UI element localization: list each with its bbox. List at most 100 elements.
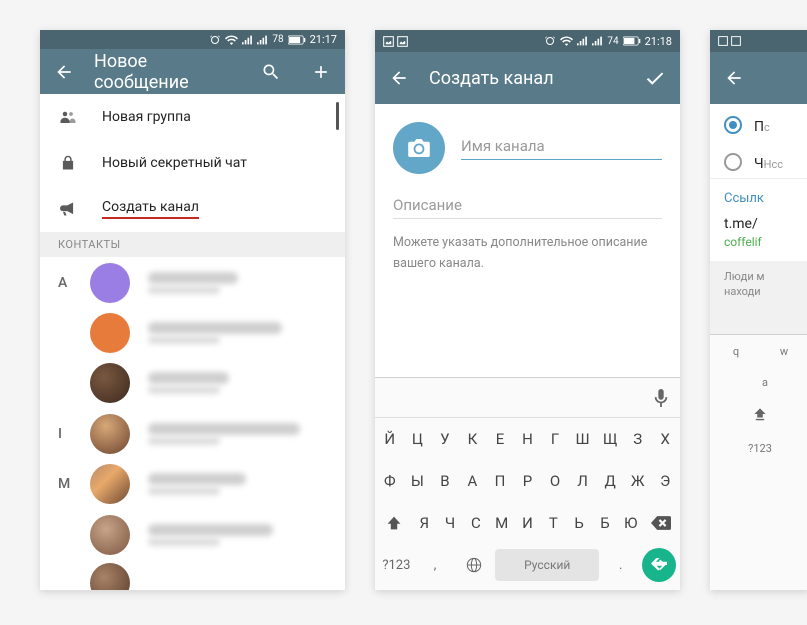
key[interactable]: А: [460, 464, 486, 498]
numkey[interactable]: ?123: [379, 558, 414, 573]
link-prefix[interactable]: t.me/: [724, 216, 796, 232]
key[interactable]: К: [460, 422, 486, 456]
key[interactable]: Ь: [567, 506, 591, 540]
key[interactable]: П: [487, 464, 513, 498]
key[interactable]: Г: [542, 422, 568, 456]
period-key[interactable]: .: [603, 558, 638, 573]
space-key[interactable]: Русский: [495, 549, 599, 581]
key[interactable]: В: [432, 464, 458, 498]
appbar: Новое сообщение: [40, 49, 345, 94]
key[interactable]: Д: [597, 464, 623, 498]
key[interactable]: Ж: [625, 464, 651, 498]
signal-icon: [592, 36, 603, 46]
camera-button[interactable]: [393, 122, 445, 174]
key[interactable]: З: [625, 422, 651, 456]
megaphone-icon: [58, 202, 78, 216]
lang-key[interactable]: [456, 557, 491, 573]
key[interactable]: Й: [377, 422, 403, 456]
keyboard-bottom: ?123 , Русский .: [375, 544, 680, 590]
group-letter: I: [58, 426, 72, 442]
contact-row[interactable]: [40, 510, 345, 560]
plus-icon[interactable]: [311, 62, 331, 82]
key[interactable]: q: [714, 339, 758, 364]
key[interactable]: Э: [652, 464, 678, 498]
blurred-name: [148, 473, 327, 495]
group-letter: A: [58, 275, 72, 291]
key[interactable]: w: [762, 339, 806, 364]
key[interactable]: Ч: [438, 506, 462, 540]
contact-row[interactable]: [40, 358, 345, 408]
status-left: [383, 36, 408, 47]
appbar-title: Новое сообщение: [94, 51, 241, 93]
signal-icon: [577, 36, 588, 46]
go-key[interactable]: [642, 548, 676, 582]
key[interactable]: Я: [412, 506, 436, 540]
menu-create-channel[interactable]: Создать канал: [40, 186, 345, 232]
scrollbar[interactable]: [336, 102, 339, 130]
statusbar: 78 21:17: [40, 30, 345, 49]
shift-key[interactable]: [714, 401, 806, 430]
avatar: [90, 313, 130, 353]
radio-icon: [724, 153, 742, 171]
key[interactable]: С: [464, 506, 488, 540]
key[interactable]: М: [490, 506, 514, 540]
key[interactable]: Ц: [405, 422, 431, 456]
avatar: [90, 363, 130, 403]
link-label: Ссылк: [724, 191, 796, 206]
statusbar: 74 21:18: [375, 30, 680, 52]
numkey[interactable]: ?123: [714, 436, 806, 461]
phone-new-message: 78 21:17 Новое сообщение Новая группа Но…: [40, 30, 345, 590]
radio-public[interactable]: Пc: [710, 104, 807, 141]
channel-name-input[interactable]: Имя канала: [461, 137, 662, 160]
battery-icon: [623, 36, 641, 46]
section-contacts: КОНТАКТЫ: [40, 232, 345, 257]
search-icon[interactable]: [261, 62, 281, 82]
key[interactable]: Ф: [377, 464, 403, 498]
menu-secret-chat[interactable]: Новый секретный чат: [40, 140, 345, 186]
shift-key[interactable]: [377, 506, 410, 540]
key[interactable]: У: [432, 422, 458, 456]
key[interactable]: Л: [570, 464, 596, 498]
key[interactable]: a: [724, 370, 806, 395]
key[interactable]: Ю: [619, 506, 643, 540]
key[interactable]: Х: [652, 422, 678, 456]
key[interactable]: О: [542, 464, 568, 498]
wifi-icon: [560, 36, 573, 46]
blurred-name: [148, 272, 327, 294]
contact-row[interactable]: I: [40, 409, 345, 459]
radio-private[interactable]: ЧНсс: [710, 141, 807, 178]
key[interactable]: Б: [593, 506, 617, 540]
group-letter: M: [58, 476, 72, 492]
back-icon[interactable]: [389, 68, 409, 88]
key[interactable]: Щ: [597, 422, 623, 456]
menu-label: Новая группа: [102, 109, 191, 125]
back-icon[interactable]: [54, 62, 74, 82]
keyboard[interactable]: Й Ц У К Е Н Г Ш Щ З Х Ф Ы В А П Р О Л Д …: [375, 377, 680, 590]
contact-row[interactable]: [40, 308, 345, 358]
blurred-name: [148, 372, 327, 394]
channel-desc-block: Описание Можете указать дополнительное о…: [375, 192, 680, 287]
key[interactable]: И: [516, 506, 540, 540]
key[interactable]: Ы: [405, 464, 431, 498]
key[interactable]: Ш: [570, 422, 596, 456]
contact-row[interactable]: [40, 560, 345, 590]
backspace-key[interactable]: [645, 506, 678, 540]
status-right: 78 21:17: [209, 33, 337, 46]
keyboard[interactable]: q w a ?123: [710, 334, 807, 590]
menu-new-group[interactable]: Новая группа: [40, 94, 345, 140]
back-icon[interactable]: [724, 68, 744, 88]
mic-icon[interactable]: [654, 389, 668, 407]
key[interactable]: Е: [487, 422, 513, 456]
comma-key[interactable]: ,: [418, 558, 453, 573]
screenshot-icon: [397, 36, 408, 47]
key[interactable]: Р: [515, 464, 541, 498]
channel-desc-input[interactable]: Описание: [393, 192, 662, 219]
key[interactable]: Т: [541, 506, 565, 540]
option-title: П: [754, 119, 764, 135]
menu-list: Новая группа Новый секретный чат Создать…: [40, 94, 345, 232]
check-icon[interactable]: [644, 67, 666, 89]
contact-row[interactable]: M: [40, 459, 345, 509]
key[interactable]: Н: [515, 422, 541, 456]
alarm-icon: [209, 34, 221, 46]
contact-row[interactable]: A: [40, 257, 345, 307]
